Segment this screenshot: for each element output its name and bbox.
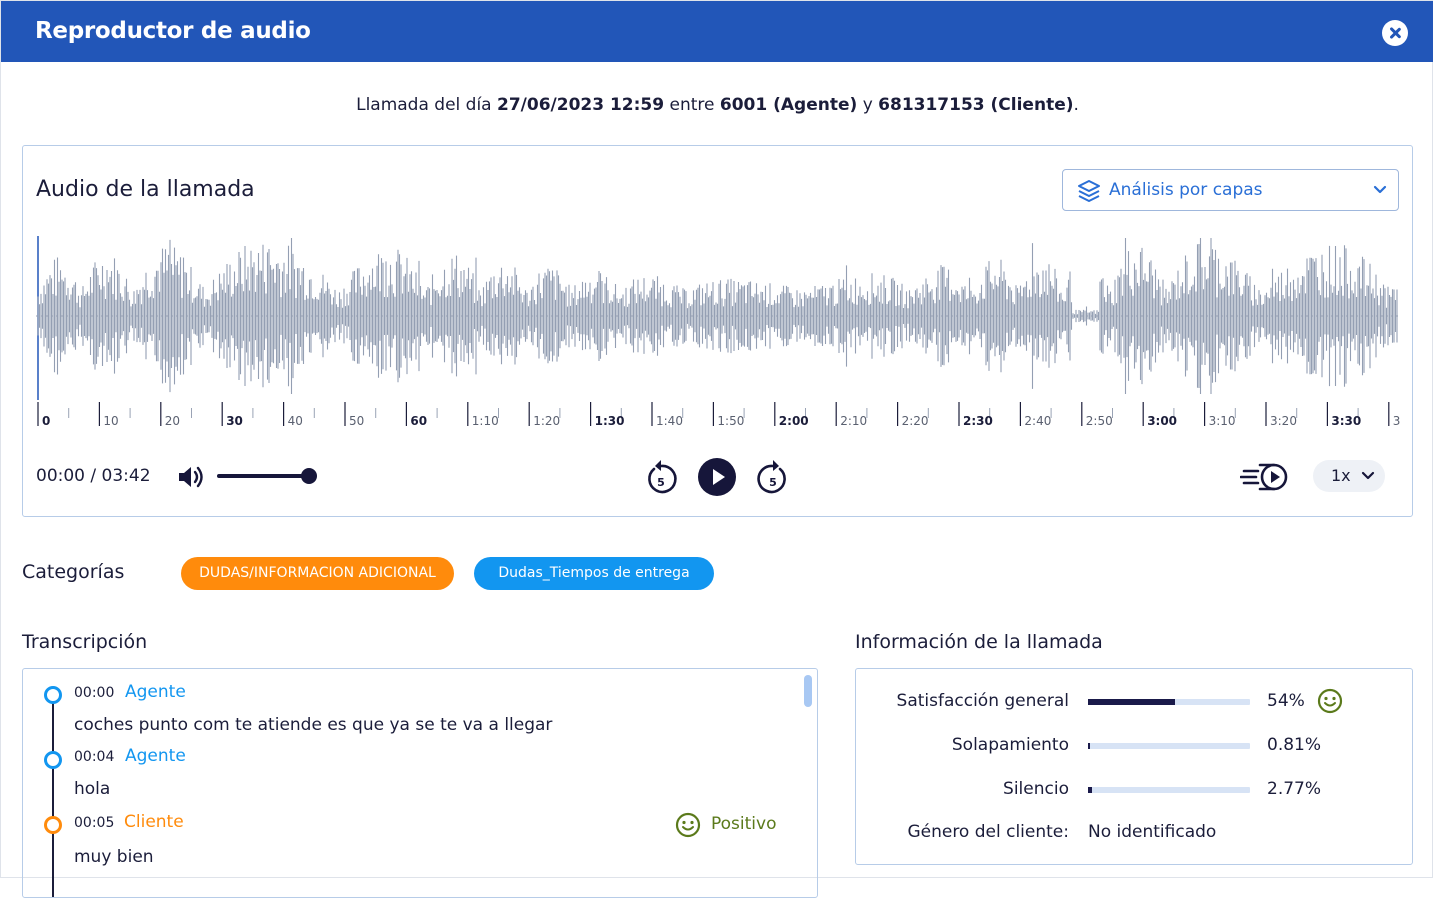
- timeline-label: 2:50: [1086, 414, 1113, 428]
- categories-title: Categorías: [22, 561, 125, 583]
- chevron-down-icon: [1361, 471, 1375, 480]
- smile-icon: [675, 812, 701, 838]
- metric-bar: [1088, 787, 1250, 793]
- metric-label: Solapamiento: [951, 735, 1069, 755]
- transcription-panel[interactable]: 00:00 Agente coches punto com te atiende…: [22, 668, 818, 898]
- timeline-label: 2:10: [840, 414, 867, 428]
- transcription-title: Transcripción: [22, 631, 148, 653]
- scrollbar-thumb[interactable]: [804, 675, 812, 707]
- entry-time: 00:00: [74, 685, 115, 701]
- timeline-label: 1:10: [472, 414, 499, 428]
- rewind-5-icon[interactable]: 5: [642, 457, 680, 497]
- time-display: 00:00 / 03:42: [36, 466, 151, 486]
- sentiment-label: Positivo: [711, 814, 777, 834]
- agent-dot-icon: [44, 751, 62, 769]
- forward-seconds: 5: [769, 476, 777, 489]
- modal-title: Reproductor de audio: [35, 18, 311, 44]
- waveform[interactable]: [36, 236, 1400, 400]
- metric-bar: [1088, 743, 1250, 749]
- timeline-ruler[interactable]: 0 10 20 30 40 50 60 1:10 1:20 1:30 1:40 1:50 2:00 2:1…: [36, 400, 1400, 430]
- agent-dot-icon: [44, 686, 62, 704]
- timeline-label: 1:50: [717, 414, 744, 428]
- metric-label: Silencio: [1003, 779, 1069, 799]
- audio-player-modal: Reproductor de audio Llamada del día 27/…: [0, 0, 1433, 898]
- timeline-label: 2:40: [1024, 414, 1051, 428]
- chevron-down-icon: [1373, 185, 1387, 194]
- call-client: 681317153 (Cliente): [878, 95, 1074, 115]
- gender-label: Género del cliente:: [907, 822, 1069, 842]
- timeline-label: 20: [165, 414, 180, 428]
- metric-bar: [1088, 699, 1250, 705]
- metric-bar-fill: [1088, 787, 1093, 793]
- total-time: 03:42: [101, 466, 151, 486]
- call-agent: 6001 (Agente): [719, 95, 858, 115]
- close-icon[interactable]: [1382, 20, 1408, 46]
- volume-track: [217, 474, 309, 478]
- entry-speaker: Agente: [125, 746, 186, 766]
- metric-value: 2.77%: [1267, 779, 1322, 799]
- entry-time: 00:05: [74, 815, 115, 831]
- call-suffix: .: [1073, 95, 1079, 115]
- call-summary: Llamada del día 27/06/2023 12:59 entre 6…: [1, 95, 1433, 115]
- call-and: y: [862, 95, 873, 115]
- timeline-label: 2:30: [963, 414, 993, 428]
- timeline-label: 40: [288, 414, 303, 428]
- rewind-seconds: 5: [657, 476, 665, 489]
- entry-speaker: Agente: [125, 682, 186, 702]
- audio-panel: Audio de la llamada Análisis por capas 0…: [22, 145, 1413, 517]
- timeline-label: 1:30: [595, 414, 625, 428]
- volume-icon[interactable]: [176, 462, 206, 492]
- entry-time: 00:04: [74, 749, 115, 765]
- play-icon[interactable]: [697, 457, 737, 497]
- client-dot-icon: [44, 816, 62, 834]
- playback-speed-icon[interactable]: [1240, 462, 1292, 492]
- speed-dropdown[interactable]: 1x: [1313, 460, 1385, 492]
- gender-value: No identificado: [1088, 822, 1217, 842]
- time-separator: /: [90, 466, 97, 486]
- volume-slider[interactable]: [217, 466, 321, 486]
- timeline-label: 3:30: [1331, 414, 1361, 428]
- volume-thumb[interactable]: [301, 468, 317, 484]
- timeline-label: 0: [42, 414, 50, 428]
- smile-icon: [1317, 688, 1343, 714]
- entry-text: coches punto com te atiende es que ya se…: [74, 715, 553, 735]
- call-info-title: Información de la llamada: [855, 631, 1103, 653]
- timeline-label: 2:20: [902, 414, 929, 428]
- layers-icon: [1078, 180, 1100, 202]
- timeline-label: 60: [410, 414, 427, 428]
- metric-bar-fill: [1088, 743, 1091, 749]
- entry-speaker: Cliente: [124, 812, 184, 832]
- timeline-label: 1:20: [533, 414, 560, 428]
- call-datetime: 27/06/2023 12:59: [497, 95, 665, 115]
- timeline-line: [52, 699, 54, 897]
- layers-label: Análisis por capas: [1109, 180, 1263, 200]
- timeline-label: 30: [226, 414, 243, 428]
- timeline-label: 2:00: [779, 414, 809, 428]
- timeline-label: 3:10: [1209, 414, 1236, 428]
- speed-label: 1x: [1331, 466, 1351, 485]
- call-between: entre: [669, 95, 715, 115]
- metric-value: 0.81%: [1267, 735, 1322, 755]
- timeline-label: 1:40: [656, 414, 683, 428]
- timeline-label: 10: [103, 414, 118, 428]
- call-prefix: Llamada del día: [356, 95, 492, 115]
- entry-text: muy bien: [74, 847, 154, 867]
- entry-text: hola: [74, 779, 111, 799]
- timeline-label: 3:: [1393, 414, 1400, 428]
- current-time: 00:00: [36, 466, 85, 486]
- metric-value: 54%: [1267, 691, 1305, 711]
- layers-analysis-dropdown[interactable]: Análisis por capas: [1062, 169, 1399, 211]
- audio-title: Audio de la llamada: [36, 177, 255, 202]
- metric-label: Satisfacción general: [896, 691, 1069, 711]
- category-tag[interactable]: Dudas_Tiempos de entrega: [474, 557, 714, 590]
- timeline-label: 50: [349, 414, 364, 428]
- modal-header: Reproductor de audio: [1, 1, 1433, 62]
- timeline-label: 3:00: [1147, 414, 1177, 428]
- timeline-label: 3:20: [1270, 414, 1297, 428]
- forward-5-icon[interactable]: 5: [754, 457, 792, 497]
- call-info-panel: Satisfacción general 54% Solapamiento 0.…: [855, 668, 1413, 865]
- metric-bar-fill: [1088, 699, 1176, 705]
- category-tag[interactable]: DUDAS/INFORMACION ADICIONAL: [181, 557, 454, 590]
